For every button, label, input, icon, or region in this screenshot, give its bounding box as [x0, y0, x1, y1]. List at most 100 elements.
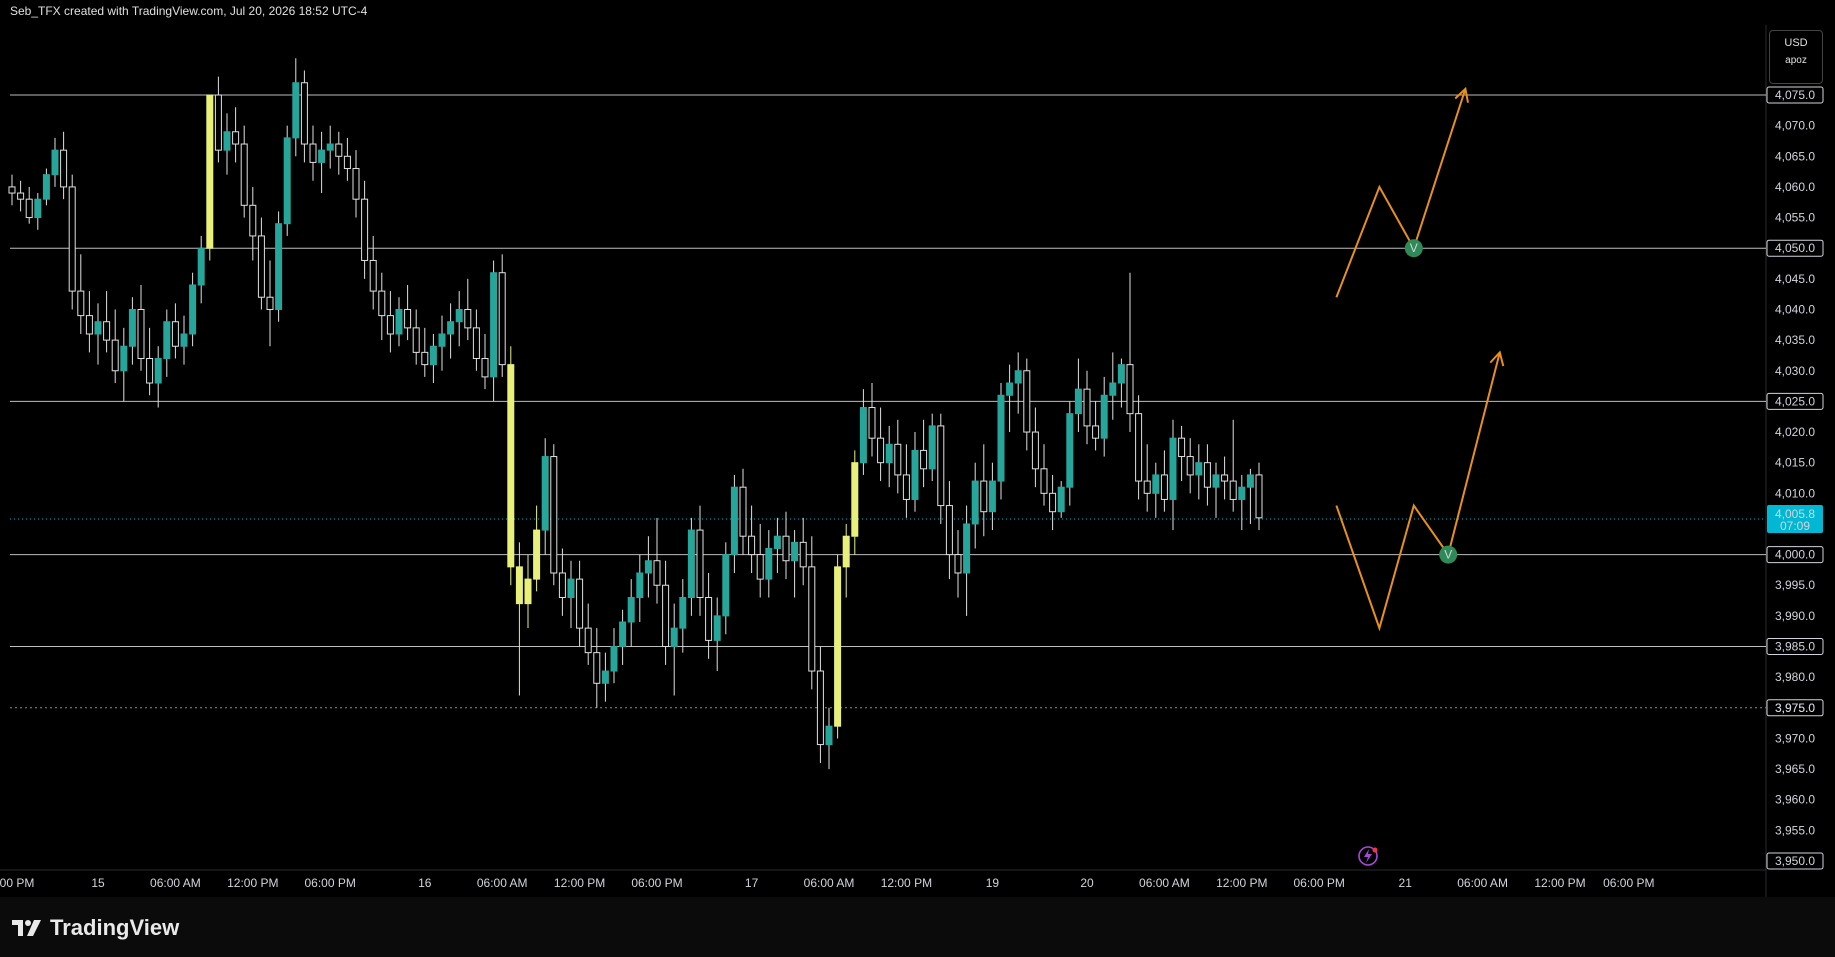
- candle-body: [1083, 388, 1091, 427]
- price-tick-label: 3,965.0: [1775, 762, 1815, 776]
- countdown-label: 07:09: [1780, 519, 1810, 533]
- candle-body: [593, 652, 601, 684]
- price-tick-label: 4,040.0: [1775, 302, 1815, 316]
- time-tick-label: 06:00 AM: [1139, 876, 1190, 890]
- price-chart[interactable]: VV 4,075.04,050.04,025.04,000.03,985.03,…: [0, 0, 1835, 957]
- candle-body: [748, 535, 756, 556]
- candle-body: [722, 554, 730, 617]
- candle-body: [1160, 474, 1168, 500]
- time-tick-label: 06:00 AM: [804, 876, 855, 890]
- candle-body: [180, 333, 188, 347]
- candle-body: [816, 670, 824, 746]
- time-tick-label: 06:00 AM: [150, 876, 201, 890]
- candle-body: [85, 315, 93, 335]
- candle-body: [1006, 382, 1014, 396]
- price-tick-label: 4,045.0: [1775, 272, 1815, 286]
- candle-body: [1023, 370, 1031, 433]
- candle-body: [1169, 437, 1177, 500]
- time-tick-label: 16: [418, 876, 432, 890]
- candle-body: [1246, 474, 1254, 488]
- candle-body: [34, 198, 42, 219]
- candle-body: [25, 198, 33, 219]
- candle-body: [825, 725, 833, 746]
- candle-body: [171, 321, 179, 347]
- candle-body: [902, 474, 910, 500]
- candle-body: [765, 547, 773, 580]
- price-tick-label: 4,065.0: [1775, 149, 1815, 163]
- candle-body: [739, 486, 747, 537]
- candle-body: [386, 315, 394, 335]
- time-tick-label: 12:00 PM: [881, 876, 932, 890]
- candle-body: [601, 670, 609, 684]
- candle-body: [1238, 486, 1246, 500]
- candle-body: [877, 437, 885, 464]
- candle-body: [610, 646, 618, 672]
- currency-label: USD: [1784, 37, 1808, 49]
- candle-body: [395, 308, 403, 335]
- price-tick-label: 4,070.0: [1775, 119, 1815, 133]
- candle-body: [137, 308, 145, 360]
- candles-layer: [8, 58, 1263, 770]
- candle-body: [636, 572, 644, 598]
- candle-body: [120, 345, 128, 372]
- currency-selector[interactable]: USD apoz: [1769, 30, 1823, 84]
- candle-body: [1143, 480, 1151, 494]
- candle-body: [619, 621, 627, 648]
- level-label: 4,025.0: [1775, 394, 1815, 408]
- candle-body: [1066, 413, 1074, 488]
- footer-bar: [0, 897, 1835, 957]
- candle-body: [1203, 462, 1211, 488]
- candle-body: [378, 290, 386, 317]
- time-tick-label: 06:00 PM: [1294, 876, 1345, 890]
- projection-marker-label: V: [1444, 548, 1452, 562]
- candle-body: [713, 615, 721, 641]
- candle-body: [103, 321, 111, 341]
- time-tick-label: 06:00 AM: [477, 876, 528, 890]
- candle-body: [404, 308, 412, 329]
- time-tick-label: 17: [745, 876, 759, 890]
- candle-body: [1186, 456, 1194, 476]
- candle-body: [189, 284, 197, 335]
- candle-body: [1135, 413, 1143, 482]
- projection-path: [1335, 352, 1501, 632]
- candle-body: [154, 358, 162, 384]
- level-label: 3,950.0: [1775, 854, 1815, 868]
- level-label: 4,050.0: [1775, 241, 1815, 255]
- price-tick-label: 3,955.0: [1775, 823, 1815, 837]
- candle-body: [730, 486, 738, 556]
- price-tick-label: 4,035.0: [1775, 333, 1815, 347]
- candle-body: [567, 578, 575, 598]
- price-tick-label: 3,970.0: [1775, 731, 1815, 745]
- candle-body: [627, 596, 635, 623]
- candle-body: [266, 296, 274, 310]
- candle-body: [77, 290, 85, 317]
- lightning-icon[interactable]: [1358, 846, 1378, 866]
- candle-body: [662, 584, 670, 648]
- time-tick-label: 12:00 PM: [227, 876, 278, 890]
- candle-body: [42, 174, 50, 200]
- candle-body: [421, 351, 429, 366]
- candle-body: [1074, 388, 1082, 415]
- brand[interactable]: TradingView: [12, 915, 179, 941]
- candle-body: [945, 505, 953, 556]
- candle-body: [309, 143, 317, 163]
- time-tick-label: 12:00 PM: [1534, 876, 1585, 890]
- projection-layer: VV: [1335, 86, 1505, 632]
- candle-body: [343, 155, 351, 170]
- candle-body: [670, 627, 678, 648]
- candle-body: [1212, 474, 1220, 488]
- candle-body: [429, 345, 437, 366]
- candle-body: [1117, 364, 1125, 384]
- candle-body: [679, 596, 687, 629]
- candle-body: [197, 247, 205, 286]
- candle-body: [997, 394, 1005, 482]
- candle-body: [8, 186, 16, 194]
- time-tick-label: 06:00 PM: [631, 876, 682, 890]
- candle-body: [937, 425, 945, 507]
- candle-body: [300, 82, 308, 145]
- candle-body: [868, 407, 876, 439]
- candle-body: [1031, 431, 1039, 470]
- time-tick-label: 06:00 PM: [305, 876, 356, 890]
- candle-body: [438, 333, 446, 347]
- price-tick-label: 4,060.0: [1775, 180, 1815, 194]
